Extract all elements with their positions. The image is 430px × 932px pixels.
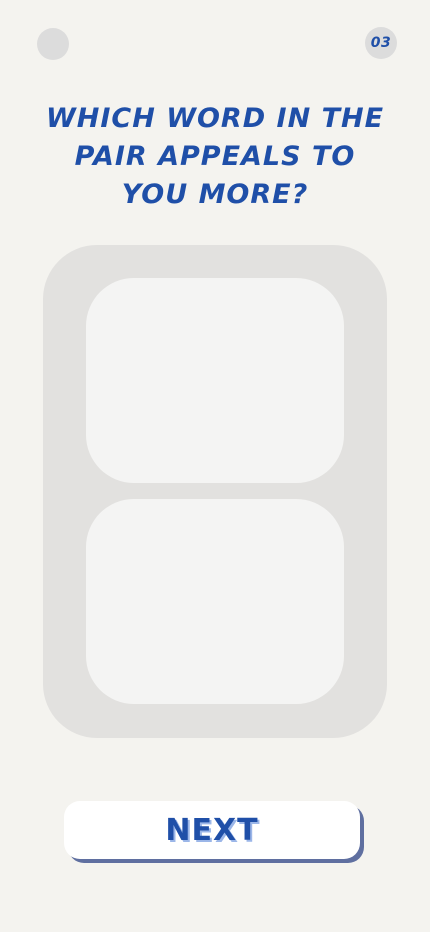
- page-number-badge: 03: [365, 27, 397, 59]
- menu-dot-button[interactable]: [37, 28, 69, 60]
- page-number-text: 03: [370, 35, 392, 51]
- choice-option-1[interactable]: [86, 278, 344, 483]
- next-button-label: NEXT: [165, 812, 259, 848]
- choice-option-2[interactable]: [86, 499, 344, 704]
- next-button[interactable]: NEXT: [64, 801, 360, 859]
- question-title: WHICH WORD IN THE PAIR APPEALS TO YOU MO…: [45, 103, 385, 210]
- choice-panel: [43, 245, 387, 738]
